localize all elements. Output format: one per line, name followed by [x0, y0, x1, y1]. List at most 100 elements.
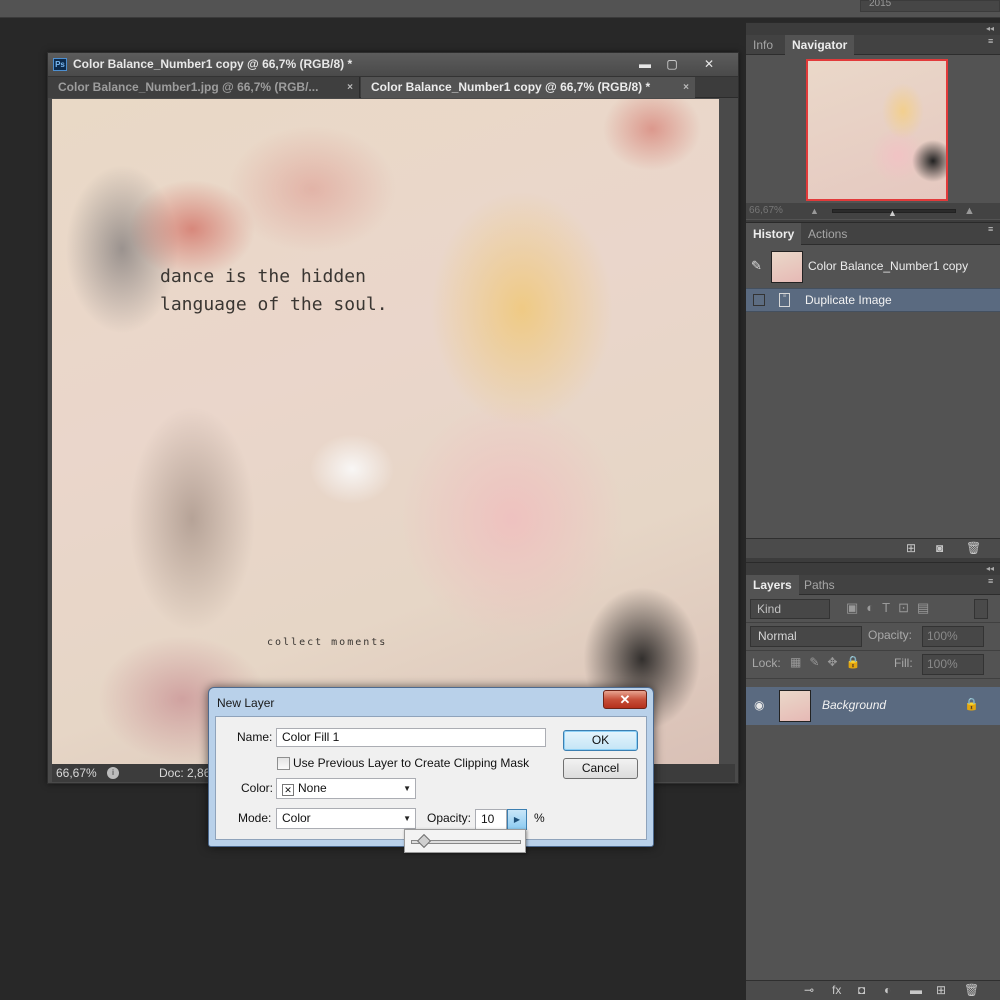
- ok-button[interactable]: OK: [563, 730, 638, 751]
- history-state-checkbox[interactable]: [753, 294, 765, 306]
- dialog-opacity-label: Opacity:: [427, 811, 472, 825]
- fill-field[interactable]: 100%: [922, 654, 984, 675]
- zoom-in-icon[interactable]: ▲: [964, 203, 975, 219]
- layers-footer: ⊸ fx ◘ ◐ ▬ ⊞ 🗑: [746, 980, 1000, 1000]
- document-titlebar[interactable]: Ps Color Balance_Number1 copy @ 66,7% (R…: [48, 53, 738, 77]
- close-tab-icon[interactable]: ×: [347, 77, 353, 98]
- opacity-field[interactable]: 100%: [922, 626, 984, 647]
- new-group-icon[interactable]: ▬: [910, 983, 922, 997]
- panel-menu-icon[interactable]: ≡: [988, 577, 996, 586]
- tab-info[interactable]: Info: [746, 35, 780, 55]
- app-options-bar: 2015: [0, 0, 1000, 18]
- document-title: Color Balance_Number1 copy @ 66,7% (RGB/…: [73, 57, 353, 71]
- add-mask-icon[interactable]: ◘: [858, 983, 865, 997]
- fill-value: 100%: [927, 657, 958, 671]
- panel-dock: ◂◂ Info Navigator ≡ 66,67% ▲ ▲ ▲ History…: [746, 22, 1000, 1000]
- photoshop-logo-icon: Ps: [53, 58, 67, 71]
- clipping-mask-label: Use Previous Layer to Create Clipping Ma…: [293, 756, 530, 770]
- navigator-thumbnail[interactable]: [806, 59, 948, 201]
- layer-name: Background: [822, 698, 887, 712]
- layer-blend-row: Normal Opacity: 100%: [746, 623, 1000, 651]
- history-brush-icon[interactable]: ✎: [751, 259, 765, 273]
- dialog-opacity-value: 10: [481, 812, 495, 826]
- close-tab-icon[interactable]: ×: [683, 77, 689, 98]
- clipping-mask-checkbox[interactable]: [277, 757, 290, 770]
- close-window-button[interactable]: ✕: [696, 55, 722, 73]
- layer-name-input[interactable]: Color Fill 1: [276, 728, 546, 747]
- tab-original-jpg[interactable]: Color Balance_Number1.jpg @ 66,7% (RGB/.…: [48, 77, 360, 98]
- panel-collapse-bar[interactable]: ◂◂: [746, 563, 1000, 575]
- dialog-close-button[interactable]: ✕: [603, 690, 647, 709]
- snapshot-label: Color Balance_Number1 copy: [808, 259, 969, 273]
- panel-menu-icon[interactable]: ≡: [988, 225, 996, 234]
- status-info-icon[interactable]: i: [107, 767, 119, 779]
- blend-mode-select[interactable]: Normal: [750, 626, 862, 647]
- new-snapshot-icon[interactable]: ◙: [936, 541, 943, 555]
- delete-state-icon[interactable]: 🗑: [966, 541, 981, 555]
- zoom-slider-knob[interactable]: ▲: [888, 209, 897, 218]
- navigator-zoom-bar: 66,67% ▲ ▲ ▲: [746, 203, 1000, 219]
- navigator-panel: ◂◂ Info Navigator ≡ 66,67% ▲ ▲ ▲: [746, 22, 1000, 220]
- mode-value: Color: [282, 811, 311, 825]
- collapse-icon[interactable]: ◂◂: [986, 563, 994, 575]
- tab-copy-active[interactable]: Color Balance_Number1 copy @ 66,7% (RGB/…: [361, 77, 695, 98]
- navigator-tabs: Info Navigator ≡: [746, 35, 1000, 55]
- layer-filter-icons[interactable]: ▣◐T⊡▤: [846, 600, 937, 616]
- new-layer-icon[interactable]: ⊞: [936, 983, 946, 997]
- image-canvas[interactable]: dance is the hidden language of the soul…: [52, 99, 719, 764]
- document-tabs: Color Balance_Number1.jpg @ 66,7% (RGB/.…: [48, 77, 738, 98]
- layer-style-icon[interactable]: fx: [832, 983, 841, 997]
- filter-toggle-switch[interactable]: [974, 599, 988, 619]
- lock-options-icons[interactable]: ▦✎✥🔒: [790, 655, 868, 669]
- opacity-slider-knob[interactable]: [416, 833, 432, 849]
- lock-label: Lock:: [752, 656, 781, 670]
- canvas-quote-text: dance is the hidden language of the soul…: [160, 263, 388, 319]
- filter-kind-value: Kind: [757, 602, 782, 616]
- document-icon: ≡: [779, 293, 790, 307]
- mode-select[interactable]: Color ▼: [276, 808, 416, 829]
- layer-filter-row: Kind ▣◐T⊡▤: [746, 595, 1000, 623]
- maximize-button[interactable]: ▢: [659, 55, 685, 73]
- zoom-out-icon[interactable]: ▲: [810, 203, 819, 219]
- opacity-slider-toggle-button[interactable]: ▶: [507, 809, 527, 830]
- navigator-zoom-value[interactable]: 66,67%: [749, 203, 783, 219]
- tab-layers[interactable]: Layers: [746, 575, 799, 595]
- layers-tabs: Layers Paths ≡: [746, 575, 1000, 595]
- minimize-button[interactable]: ▬: [632, 55, 658, 73]
- history-footer: ⊞ ◙ 🗑: [746, 538, 1000, 558]
- panel-collapse-bar[interactable]: ◂◂: [746, 23, 1000, 35]
- dialog-opacity-input[interactable]: 10: [475, 809, 507, 830]
- panel-menu-icon[interactable]: ≡: [988, 37, 996, 46]
- no-color-icon: ✕: [282, 784, 294, 796]
- workspace-switcher[interactable]: 2015: [860, 0, 1000, 12]
- opacity-popup-slider: [404, 829, 526, 853]
- tab-navigator[interactable]: Navigator: [785, 35, 855, 55]
- opacity-value: 100%: [927, 629, 958, 643]
- cancel-button[interactable]: Cancel: [563, 758, 638, 779]
- history-snapshot[interactable]: ✎ Color Balance_Number1 copy: [746, 247, 1000, 287]
- tab-history[interactable]: History: [746, 223, 802, 245]
- visibility-eye-icon[interactable]: ◉: [754, 698, 764, 712]
- history-panel: History Actions ≡ ✎ Color Balance_Number…: [746, 222, 1000, 558]
- color-label: Color:: [241, 781, 274, 795]
- tab-actions[interactable]: Actions: [801, 223, 854, 245]
- zoom-readout[interactable]: 66,67%: [56, 764, 97, 782]
- adjustment-layer-icon[interactable]: ◐: [884, 983, 891, 997]
- layer-filter-kind-select[interactable]: Kind: [750, 599, 830, 619]
- chevron-down-icon: ▼: [403, 814, 411, 823]
- layer-row-background[interactable]: ◉ Background 🔒: [746, 687, 1000, 725]
- snapshot-thumbnail: [771, 251, 803, 283]
- collapse-icon[interactable]: ◂◂: [986, 23, 994, 35]
- color-value: None: [298, 781, 327, 795]
- history-state-row[interactable]: ≡ Duplicate Image: [746, 288, 1000, 312]
- link-layers-icon[interactable]: ⊸: [804, 983, 814, 997]
- layer-thumbnail: [779, 690, 811, 722]
- new-document-from-state-icon[interactable]: ⊞: [906, 541, 916, 555]
- doc-size-readout[interactable]: Doc: 2,86M: [159, 764, 215, 782]
- document-window: Ps Color Balance_Number1 copy @ 66,7% (R…: [47, 52, 739, 784]
- opacity-label: Opacity:: [868, 628, 913, 642]
- delete-layer-icon[interactable]: 🗑: [964, 983, 979, 997]
- color-select[interactable]: ✕ None ▼: [276, 778, 416, 799]
- tab-paths[interactable]: Paths: [797, 575, 842, 595]
- history-tabs: History Actions ≡: [746, 223, 1000, 245]
